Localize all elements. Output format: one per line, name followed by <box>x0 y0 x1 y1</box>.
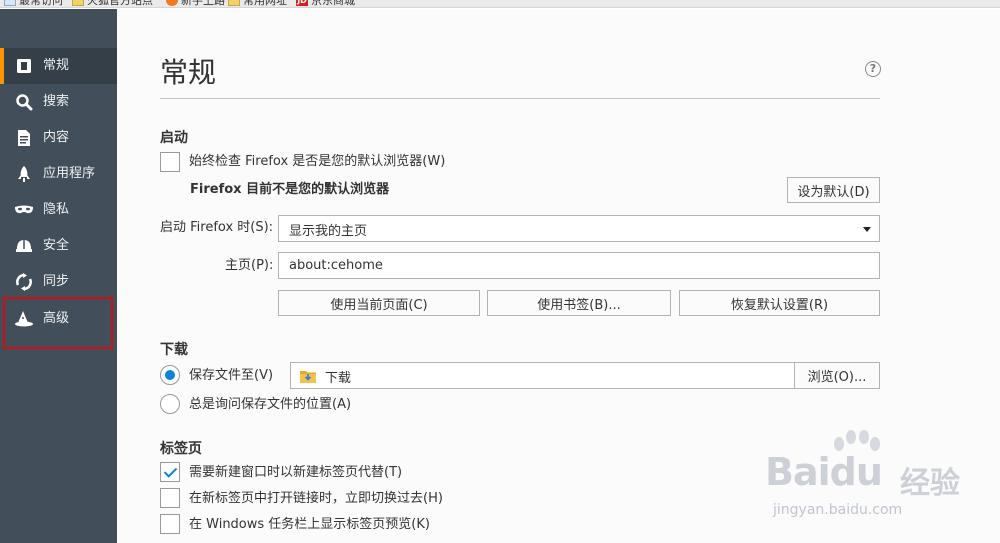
default-browser-label[interactable]: 始终检查 Firefox 是否是您的默认浏览器(W) <box>189 153 445 171</box>
page-title: 常规 <box>160 56 217 89</box>
page-icon <box>4 0 16 6</box>
homepage-input[interactable] <box>278 252 880 279</box>
chevron-down-icon <box>863 227 871 232</box>
search-icon <box>14 93 34 111</box>
sidebar-item-security[interactable]: 安全 <box>0 228 117 264</box>
tab-option-label[interactable]: 需要新建窗口时以新建标签页代替(T) <box>189 464 402 482</box>
always-ask-label[interactable]: 总是询问保存文件的位置(A) <box>189 396 351 414</box>
bookmark-label: 常用网址 <box>243 0 287 7</box>
tab-option-label[interactable]: 在新标签页中打开链接时，立即切换过去(H) <box>189 490 443 508</box>
bookmark-label: 京东商城 <box>311 0 355 7</box>
tabs-heading: 标签页 <box>160 441 202 457</box>
folder-icon <box>228 0 240 6</box>
default-browser-checkbox[interactable] <box>160 152 180 172</box>
sidebar-item-label: 隐私 <box>43 202 70 217</box>
bookmark-getting-started[interactable]: 新手上路 <box>166 0 225 7</box>
sidebar-item-sync[interactable]: 同步 <box>0 264 117 300</box>
preferences-sidebar: 常规 搜索 内容 应用程序 隐私 安全 同步 高级 <box>0 9 117 543</box>
sidebar-item-label: 常规 <box>43 58 70 73</box>
bookmark-common-sites[interactable]: 常用网址 <box>228 0 287 7</box>
when-firefox-starts-label: 启动 Firefox 时(S): <box>160 220 274 235</box>
set-default-button[interactable]: 设为默认(D) <box>787 177 880 203</box>
downloads-heading: 下载 <box>160 342 188 358</box>
helmet-icon <box>14 237 34 255</box>
always-ask-radio[interactable] <box>160 394 180 414</box>
sidebar-item-label: 安全 <box>43 238 70 253</box>
sidebar-item-general[interactable]: 常规 <box>0 48 117 84</box>
general-icon <box>14 57 34 75</box>
use-current-page-button[interactable]: 使用当前页面(C) <box>278 290 480 316</box>
bookmark-firefox-official[interactable]: 火狐官方站点 <box>72 0 153 7</box>
bookmark-label: 火狐官方站点 <box>87 0 153 7</box>
content-icon <box>14 129 34 147</box>
startup-heading: 启动 <box>160 130 188 146</box>
use-bookmark-button[interactable]: 使用书签(B)... <box>487 290 671 316</box>
restore-default-button[interactable]: 恢复默认设置(R) <box>679 290 880 316</box>
firefox-icon <box>166 0 178 6</box>
download-folder-name: 下载 <box>325 371 352 386</box>
help-icon[interactable]: ? <box>865 61 881 77</box>
sidebar-item-label: 高级 <box>43 311 70 326</box>
jd-icon: JD <box>296 0 308 6</box>
sidebar-item-privacy[interactable]: 隐私 <box>0 192 117 228</box>
rocket-icon <box>14 165 34 183</box>
sync-icon <box>14 273 34 291</box>
sidebar-item-label: 搜索 <box>43 94 70 109</box>
taskbar-preview-checkbox[interactable] <box>160 514 180 534</box>
browse-button[interactable]: 浏览(O)... <box>794 362 880 389</box>
title-divider <box>160 98 880 99</box>
sidebar-item-label: 内容 <box>43 130 70 145</box>
save-to-label[interactable]: 保存文件至(V) <box>189 367 273 385</box>
startup-behavior-value: 显示我的主页 <box>289 224 368 239</box>
not-default-status: Firefox 目前不是您的默认浏览器 <box>190 182 390 197</box>
sidebar-item-label: 同步 <box>43 274 70 289</box>
sidebar-item-search[interactable]: 搜索 <box>0 84 117 120</box>
tab-option-label[interactable]: 在 Windows 任务栏上显示标签页预览(K) <box>189 516 430 534</box>
bookmark-label: 新手上路 <box>181 0 225 7</box>
mask-icon <box>14 201 34 219</box>
wizard-hat-icon <box>14 310 34 328</box>
bookmark-jd[interactable]: JD 京东商城 <box>296 0 355 7</box>
bookmarks-toolbar: 最常访问 火狐官方站点 新手上路 常用网址 JD 京东商城 <box>0 0 1000 8</box>
startup-behavior-select[interactable]: 显示我的主页 <box>278 215 880 242</box>
download-folder-field[interactable]: 下载 <box>290 362 795 389</box>
download-folder-icon <box>300 368 316 383</box>
sidebar-item-applications[interactable]: 应用程序 <box>0 156 117 192</box>
homepage-label: 主页(P): <box>225 258 274 273</box>
bookmark-label: 最常访问 <box>19 0 63 7</box>
save-to-radio[interactable] <box>160 365 180 385</box>
sidebar-item-content[interactable]: 内容 <box>0 120 117 156</box>
open-new-windows-in-tab-checkbox[interactable] <box>160 462 180 482</box>
preferences-content: 常规 ? 启动 始终检查 Firefox 是否是您的默认浏览器(W) Firef… <box>117 9 1000 543</box>
sidebar-item-label: 应用程序 <box>43 166 96 181</box>
folder-icon <box>72 0 84 6</box>
switch-to-new-tab-checkbox[interactable] <box>160 488 180 508</box>
sidebar-item-advanced[interactable]: 高级 <box>0 301 117 337</box>
bookmark-most-visited[interactable]: 最常访问 <box>4 0 63 7</box>
